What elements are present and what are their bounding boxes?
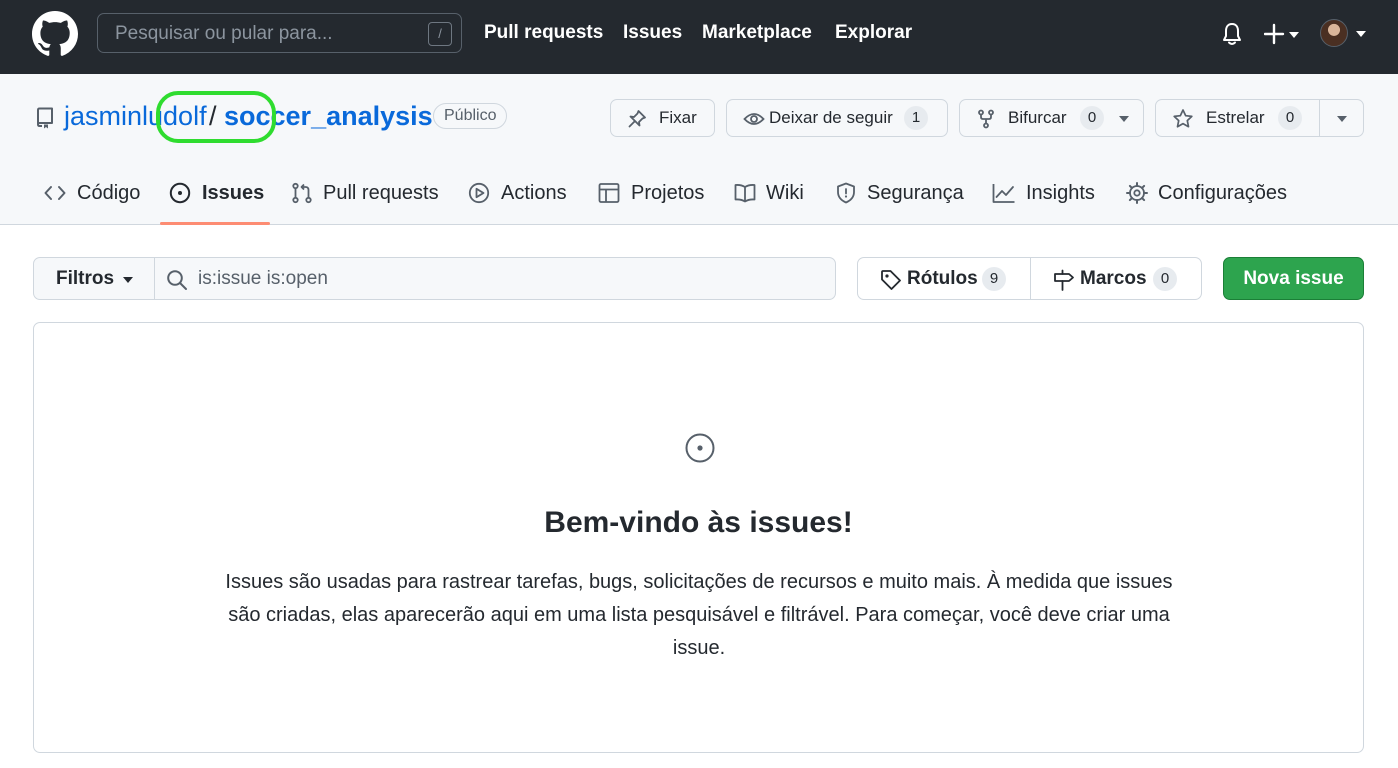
slash-shortcut-key: / (428, 22, 452, 46)
labels-label: Rótulos (907, 268, 978, 289)
header-nav-explore[interactable]: Explorar (835, 22, 912, 44)
tab-wiki[interactable]: Wiki (734, 180, 806, 208)
tab-insights-label: Insights (1026, 182, 1095, 204)
tab-projects[interactable]: Projetos (598, 180, 704, 208)
tab-code[interactable]: Código (44, 180, 140, 208)
fork-icon (978, 109, 994, 129)
play-icon (468, 182, 490, 204)
star-lists-chevron-down-icon[interactable] (1337, 116, 1347, 122)
fork-count: 0 (1080, 106, 1104, 130)
star-label: Estrelar (1206, 108, 1265, 127)
labels-button[interactable]: Rótulos 9 (857, 257, 1031, 300)
book-icon (734, 184, 756, 203)
tab-actions[interactable]: Actions (468, 180, 568, 208)
graph-icon (992, 184, 1015, 203)
tab-security[interactable]: Segurança (835, 180, 964, 208)
visibility-badge: Público (433, 103, 508, 129)
header-nav-marketplace[interactable]: Marketplace (702, 22, 812, 44)
milestone-icon (1054, 269, 1074, 291)
filters-dropdown[interactable]: Filtros (33, 257, 155, 300)
tab-pull-requests-label: Pull requests (323, 182, 439, 204)
labels-count: 9 (982, 267, 1006, 291)
tab-wiki-label: Wiki (766, 182, 804, 204)
selected-tab-underline (160, 222, 270, 225)
issues-blankslate: Bem-vindo às issues! Issues são usadas p… (33, 322, 1364, 753)
issue-search-value: is:issue is:open (198, 268, 328, 289)
chevron-down-icon[interactable] (1119, 116, 1129, 122)
unwatch-button[interactable]: Deixar de seguir 1 (726, 99, 948, 137)
tab-projects-label: Projetos (631, 182, 705, 204)
blankslate-title: Bem-vindo às issues! (544, 506, 853, 539)
table-icon (598, 183, 620, 203)
tab-code-label: Código (77, 182, 141, 204)
new-issue-button[interactable]: Nova issue (1223, 257, 1364, 300)
global-header: Pesquisar ou pular para... / Pull reques… (0, 0, 1398, 74)
unwatch-label: Deixar de seguir (769, 108, 893, 127)
gear-icon (1126, 182, 1148, 204)
star-icon (1173, 109, 1193, 128)
button-divider (1319, 100, 1320, 136)
milestones-label: Marcos (1080, 268, 1147, 289)
pin-button[interactable]: Fixar (610, 99, 715, 137)
milestones-count: 0 (1153, 267, 1177, 291)
fork-label: Bifurcar (1008, 108, 1067, 127)
filters-label: Filtros (56, 268, 115, 289)
tab-settings[interactable]: Configurações (1126, 180, 1288, 208)
tab-insights[interactable]: Insights (992, 180, 1096, 208)
code-icon (44, 186, 66, 200)
header-nav-pull-requests[interactable]: Pull requests (484, 22, 603, 44)
issue-search-input[interactable]: is:issue is:open (154, 257, 836, 300)
tab-actions-label: Actions (501, 182, 567, 204)
issue-opened-icon (685, 433, 715, 463)
milestones-button[interactable]: Marcos 0 (1030, 257, 1202, 300)
tag-icon (881, 270, 901, 290)
star-button[interactable]: Estrelar 0 (1155, 99, 1364, 137)
global-search-input[interactable]: Pesquisar ou pular para... / (97, 13, 462, 53)
search-icon (167, 270, 187, 290)
plus-icon[interactable] (1264, 21, 1304, 47)
issue-opened-icon (169, 182, 191, 204)
git-pull-request-icon (292, 182, 312, 204)
bell-icon[interactable] (1221, 21, 1243, 47)
user-menu[interactable] (1320, 19, 1368, 49)
tab-highlight-ring (156, 91, 276, 143)
tab-security-label: Segurança (867, 182, 964, 204)
pin-icon (628, 110, 646, 128)
repo-icon (37, 107, 53, 129)
star-count: 0 (1278, 106, 1302, 130)
tab-settings-label: Configurações (1158, 182, 1287, 204)
tab-issues-label: Issues (202, 182, 265, 204)
watch-count: 1 (904, 106, 928, 130)
blankslate-description: Issues são usadas para rastrear tarefas,… (225, 571, 1173, 659)
search-placeholder: Pesquisar ou pular para... (115, 23, 333, 44)
chevron-down-icon (123, 277, 133, 283)
fork-button[interactable]: Bifurcar 0 (959, 99, 1144, 137)
shield-icon (837, 182, 855, 204)
tab-pull-requests[interactable]: Pull requests (291, 180, 439, 208)
chevron-down-icon (1356, 31, 1366, 37)
github-logo-icon[interactable] (32, 11, 78, 57)
avatar (1320, 19, 1348, 47)
eye-icon (743, 113, 765, 125)
pin-label: Fixar (659, 108, 697, 127)
tab-issues[interactable]: Issues (169, 180, 265, 208)
header-nav-issues[interactable]: Issues (623, 22, 682, 44)
